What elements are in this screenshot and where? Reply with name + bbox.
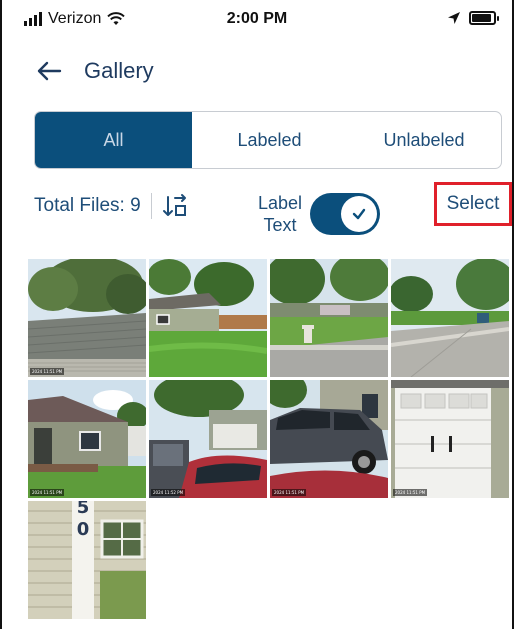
divider (150, 193, 152, 219)
photo-thumbnail[interactable]: 2024 11:51 PM (391, 380, 509, 498)
label-text-line2: Text (263, 215, 297, 235)
label-text-line1: Label (257, 193, 303, 213)
tab-all[interactable]: All (35, 112, 192, 168)
photo-timestamp: 2024 11:51 PM (393, 489, 428, 496)
select-button[interactable]: Select (434, 182, 512, 226)
filter-tabs: All Labeled Unlabeled (34, 111, 502, 169)
page-title: Gallery (84, 58, 154, 83)
photo-timestamp: 2024 11:52 PM (151, 489, 186, 496)
photo-timestamp: 2024 11:51 PM (272, 489, 307, 496)
status-bar: Verizon 2:00 PM (0, 0, 514, 44)
photo-timestamp: 2024 11:51 PM (30, 368, 65, 375)
photo-thumbnail[interactable] (270, 259, 388, 377)
status-time: 2:00 PM (226, 10, 288, 27)
label-text-caption: Label Text (254, 192, 306, 236)
sort-icon[interactable] (162, 193, 188, 219)
battery-icon (469, 11, 499, 25)
photo-thumbnail[interactable] (149, 259, 267, 377)
photo-thumbnail[interactable]: 2024 11:51 PM (270, 380, 388, 498)
svg-text:0: 0 (77, 519, 90, 540)
photo-thumbnail[interactable] (391, 259, 509, 377)
status-right (447, 11, 499, 25)
tab-labeled[interactable]: Labeled (192, 112, 347, 168)
svg-text:5: 5 (77, 501, 90, 518)
toggle-knob (341, 196, 377, 232)
back-arrow-icon[interactable] (36, 61, 62, 81)
photo-thumbnail[interactable]: 2024 11:51 PM (28, 380, 146, 498)
checkmark-icon (352, 208, 366, 220)
total-files-count: Total Files: 9 (34, 195, 141, 216)
app-header: Gallery (36, 58, 154, 84)
photo-timestamp: 2024 11:51 PM (30, 489, 65, 496)
photo-thumbnail[interactable]: 2024 11:52 PM (149, 380, 267, 498)
tab-unlabeled[interactable]: Unlabeled (347, 112, 501, 168)
total-files-bar: Total Files: 9 (34, 193, 188, 219)
location-arrow-icon (448, 12, 460, 24)
label-text-toggle[interactable] (310, 193, 380, 235)
photo-thumbnail[interactable]: 5 0 (28, 501, 146, 619)
photo-thumbnail[interactable]: 2024 11:51 PM (28, 259, 146, 377)
